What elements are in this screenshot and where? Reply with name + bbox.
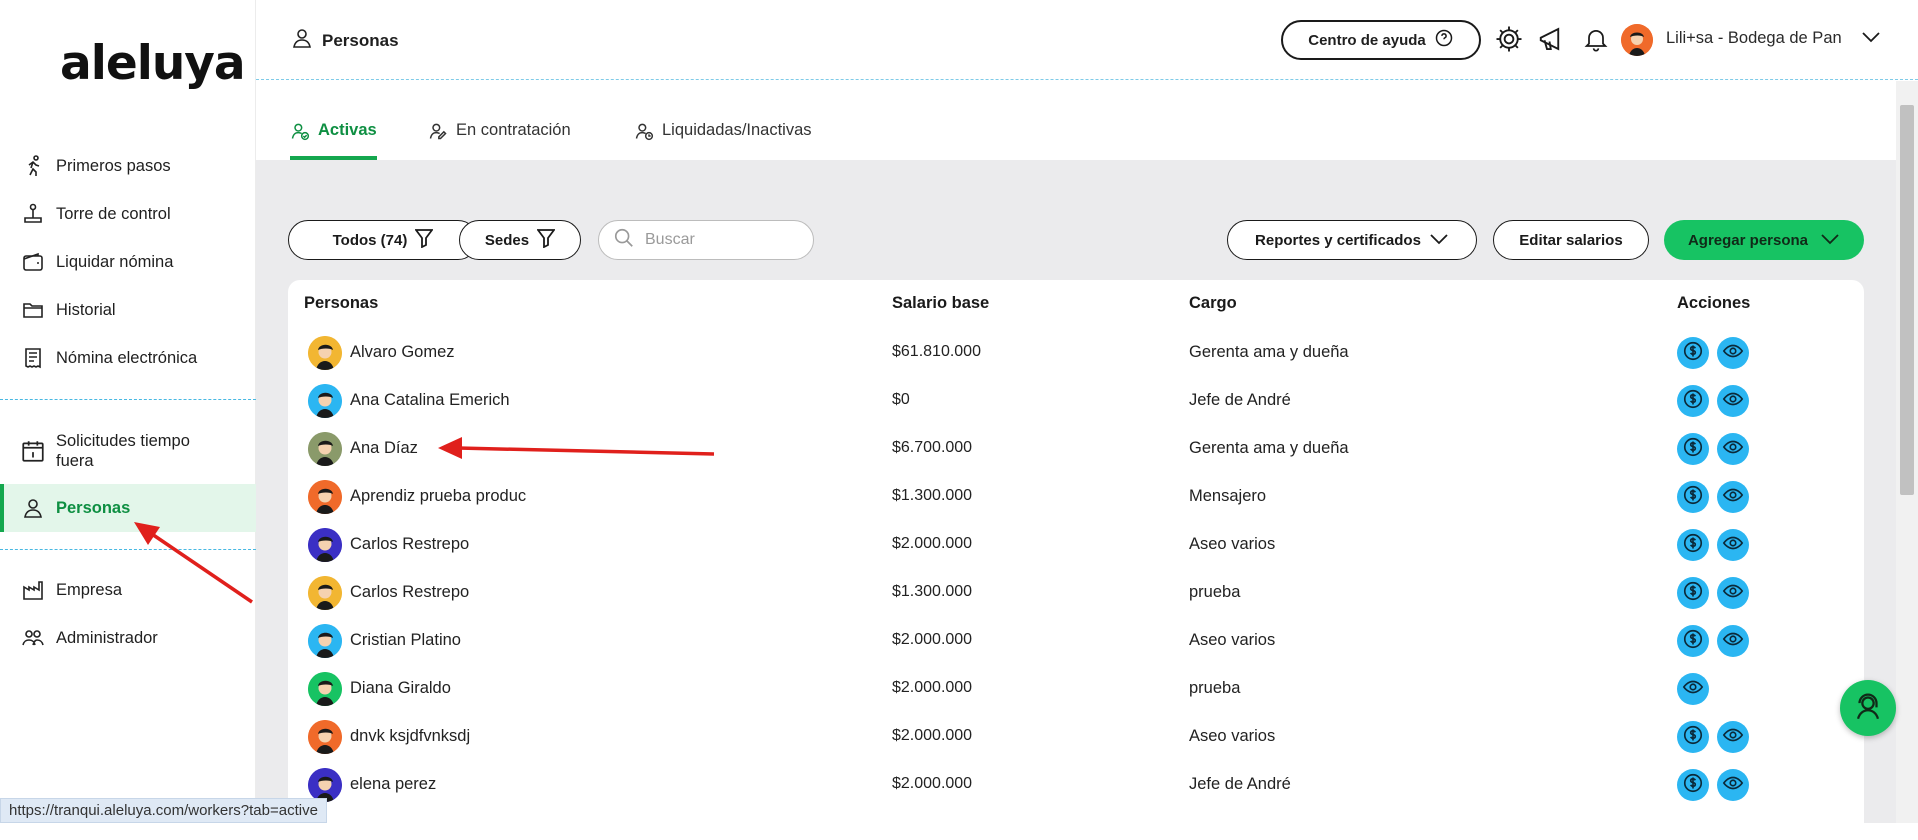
support-agent-icon [1851, 689, 1885, 728]
annotation-arrows [134, 437, 715, 604]
support-chat-button[interactable] [1840, 680, 1896, 736]
scrollbar-thumb[interactable] [1900, 105, 1914, 495]
status-bar-url: https://tranqui.aleluya.com/workers?tab=… [0, 798, 327, 823]
annotation-arrow [134, 522, 253, 604]
annotation-arrow [438, 437, 715, 459]
